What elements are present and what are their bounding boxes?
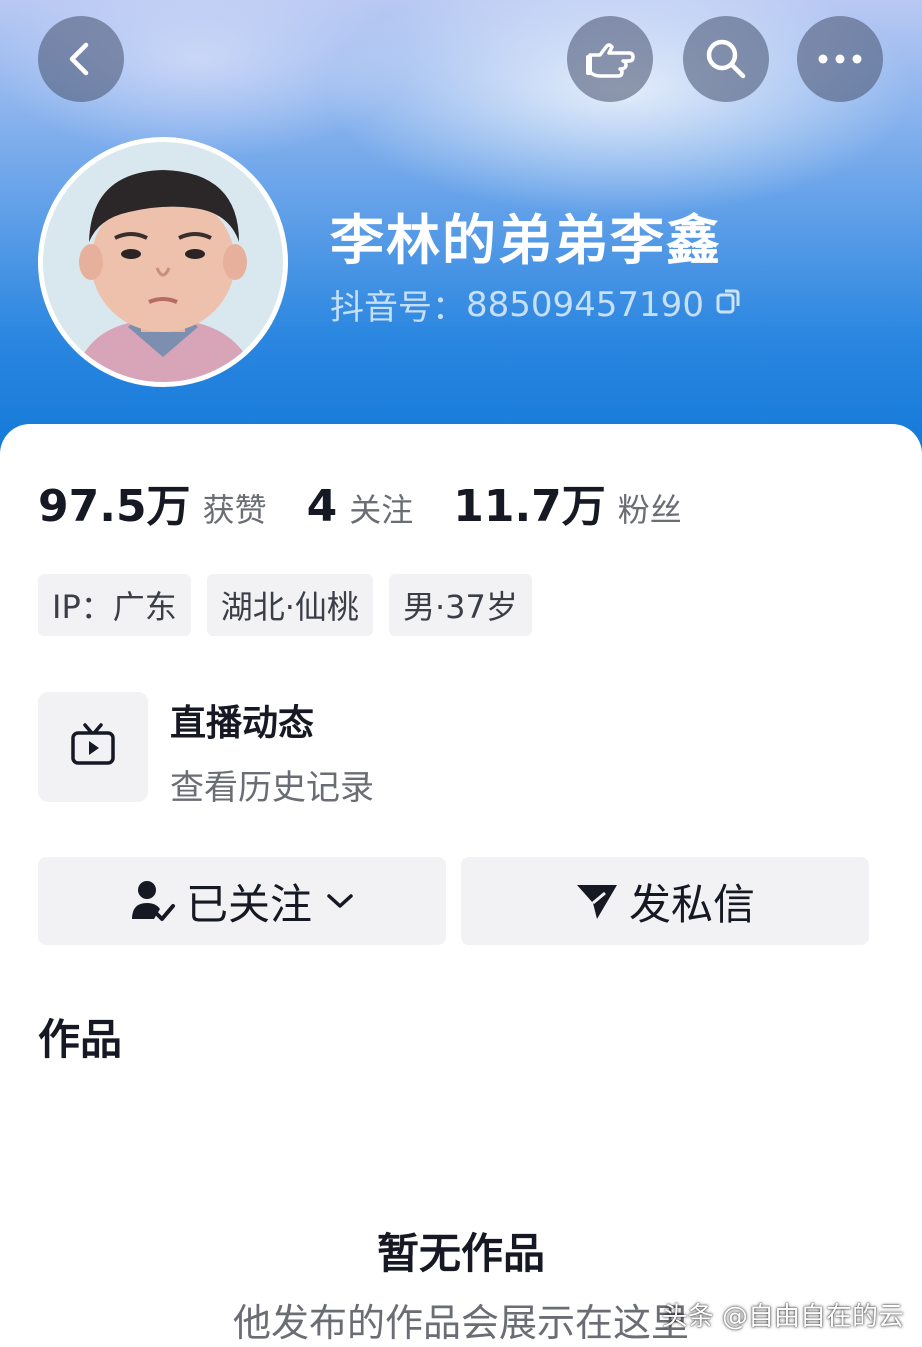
- live-title[interactable]: 直播动态: [170, 694, 314, 746]
- following-label[interactable]: 关注: [349, 485, 413, 531]
- back-button[interactable]: [38, 16, 124, 102]
- douyin-id-label: 抖音号：: [330, 288, 466, 328]
- stats-row: 97.5万 获赞 4 关注 11.7万 粉丝: [38, 470, 722, 534]
- search-button[interactable]: [683, 16, 769, 102]
- likes-label[interactable]: 获赞: [203, 485, 267, 531]
- works-tab-title[interactable]: 作品: [38, 1006, 122, 1067]
- message-button[interactable]: 发私信: [461, 857, 869, 945]
- chevron-down-icon: [326, 892, 354, 910]
- following-count[interactable]: 4: [307, 481, 338, 532]
- user-check-icon: [130, 879, 176, 923]
- gender-age-tag: 男·37岁: [388, 574, 532, 636]
- watermark: 头条 @自由自在的云: [661, 1302, 904, 1332]
- followers-count[interactable]: 11.7万: [453, 470, 606, 534]
- profile-name: 李林的弟弟李鑫: [330, 209, 722, 272]
- avatar-photo: [43, 142, 283, 382]
- location-tag: 湖北·仙桃: [206, 574, 373, 636]
- followed-button[interactable]: 已关注: [38, 857, 446, 945]
- empty-state-title: 暂无作品: [376, 1229, 545, 1278]
- avatar[interactable]: [38, 137, 288, 387]
- send-icon: [575, 881, 619, 921]
- more-button[interactable]: [797, 16, 883, 102]
- copy-icon[interactable]: [714, 285, 744, 325]
- message-label: 发私信: [628, 879, 755, 929]
- douyin-id[interactable]: 抖音号： 88509457190: [330, 280, 744, 329]
- douyin-id-value: 88509457190: [466, 284, 704, 325]
- live-subtitle[interactable]: 查看历史记录: [170, 760, 374, 809]
- more-icon: [817, 53, 863, 65]
- poke-button[interactable]: [567, 16, 653, 102]
- profile-card: 97.5万 获赞 4 关注 11.7万 粉丝 IP：广东 湖北·仙桃 男·37岁…: [0, 424, 922, 1345]
- back-icon: [61, 39, 101, 79]
- profile-header: 李林的弟弟李鑫 抖音号： 88509457190: [0, 0, 922, 470]
- likes-count[interactable]: 97.5万: [38, 470, 191, 534]
- profile-tags: IP：广东 湖北·仙桃 男·37岁: [38, 574, 548, 636]
- tv-icon: [69, 722, 117, 772]
- followed-label: 已关注: [185, 879, 312, 929]
- pointing-hand-icon: [584, 37, 636, 81]
- ip-tag: IP：广东: [38, 574, 191, 636]
- search-icon: [703, 36, 749, 82]
- live-entry-icon-box[interactable]: [38, 692, 148, 802]
- followers-label[interactable]: 粉丝: [618, 485, 682, 531]
